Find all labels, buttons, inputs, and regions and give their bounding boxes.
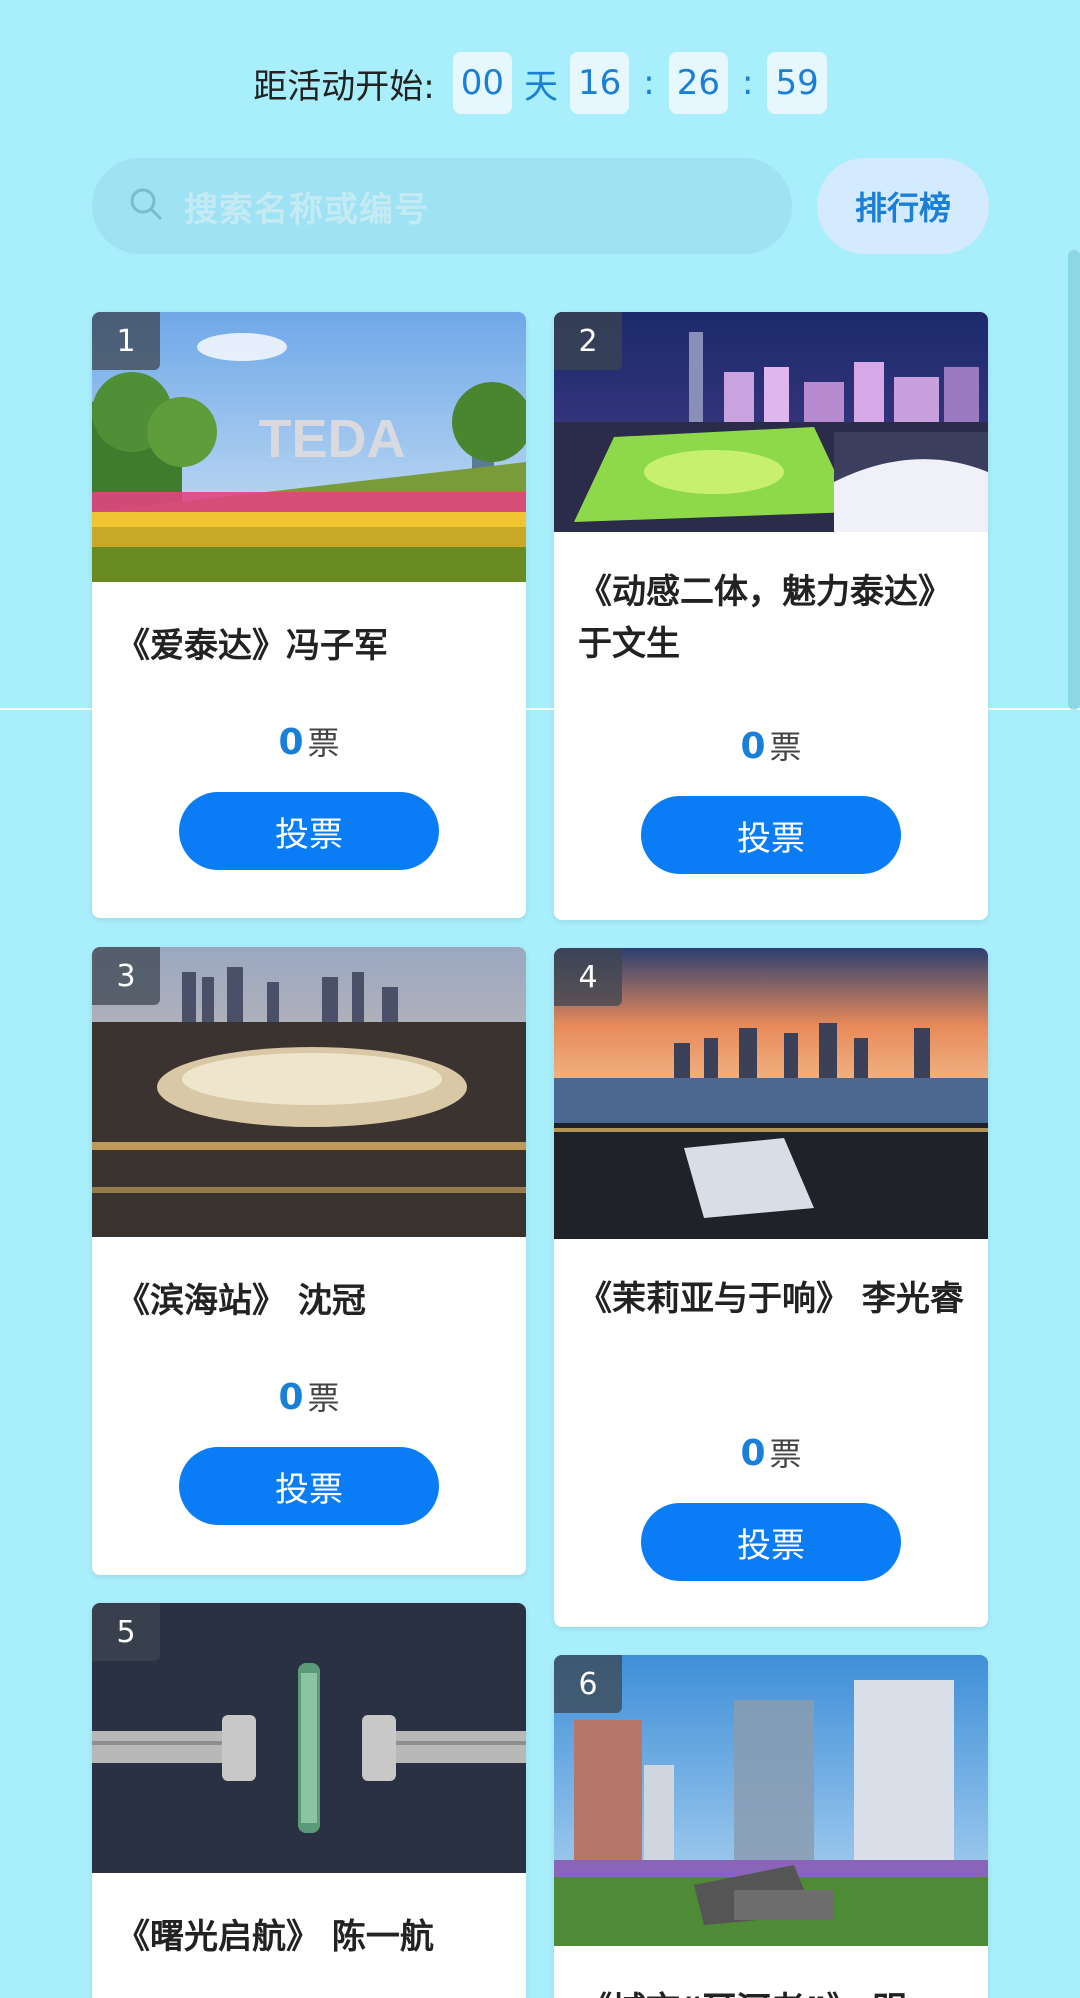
search-input[interactable]: 搜索名称或编号: [92, 158, 792, 254]
entry-number: 5: [92, 1603, 160, 1661]
entry-image[interactable]: 2: [554, 312, 988, 532]
vote-unit: 票: [307, 724, 340, 762]
leaderboard-button[interactable]: 排行榜: [817, 158, 989, 254]
countdown: 距活动开始: 00 天 16 : 26 : 59: [0, 52, 1080, 114]
entry-image[interactable]: 3: [92, 947, 526, 1237]
vote-button[interactable]: 投票: [179, 1447, 439, 1525]
vote-button[interactable]: 投票: [641, 796, 901, 874]
entry-title: 《曙光启航》 陈一航: [116, 1917, 434, 1957]
entry-card: 2 《动感二体，魅力泰达》 于文生 0票 投票: [554, 312, 988, 920]
voting-page: 距活动开始: 00 天 16 : 26 : 59 搜索名称或编号 排行榜 TED…: [0, 0, 1080, 1998]
vote-count-number: 0: [278, 722, 304, 763]
vote-count: 0票: [92, 1373, 526, 1419]
entry-card: 5 《曙光启航》 陈一航: [92, 1603, 526, 1998]
entry-card: 4 《茉莉亚与于响》 李光睿 0票 投票: [554, 948, 988, 1627]
vote-count-number: 0: [740, 726, 766, 767]
entry-number: 2: [554, 312, 622, 370]
entry-card: 6 《城市“耳河老”》 明: [554, 1655, 988, 1998]
vote-count-number: 0: [740, 1433, 766, 1474]
entry-card: TEDA 1 《爱泰达》冯子军 0票 投票: [92, 312, 526, 918]
countdown-colon: :: [742, 63, 754, 103]
entry-card: 3 《滨海站》 沈冠 0票 投票: [92, 947, 526, 1575]
entry-number: 1: [92, 312, 160, 370]
entry-image[interactable]: TEDA 1: [92, 312, 526, 582]
countdown-label: 距活动开始:: [253, 66, 435, 107]
vote-unit: 票: [307, 1379, 340, 1417]
vote-button[interactable]: 投票: [179, 792, 439, 870]
countdown-colon: :: [643, 63, 655, 103]
entry-title: 《茉莉亚与于响》 李光睿: [578, 1279, 964, 1319]
entry-number: 3: [92, 947, 160, 1005]
countdown-seconds: 59: [767, 52, 827, 114]
countdown-day-unit: 天: [524, 66, 558, 107]
entry-image[interactable]: 6: [554, 1655, 988, 1946]
entry-number: 4: [554, 948, 622, 1006]
entry-title: 《城市“耳河老”》 明: [554, 1946, 988, 1998]
vote-count-number: 0: [278, 1377, 304, 1418]
scrollbar[interactable]: [1068, 250, 1080, 710]
entry-title: 《滨海站》 沈冠: [116, 1281, 366, 1321]
vote-unit: 票: [769, 1435, 802, 1473]
entry-title: 《动感二体，魅力泰达》 于文生: [578, 572, 952, 664]
countdown-days: 00: [452, 52, 512, 114]
entry-title: 《爱泰达》冯子军: [116, 626, 388, 666]
search-icon: [128, 186, 164, 226]
entry-image[interactable]: 4: [554, 948, 988, 1239]
vote-count: 0票: [554, 1429, 988, 1475]
vote-count: 0票: [92, 718, 526, 764]
vote-button[interactable]: 投票: [641, 1503, 901, 1581]
entry-image[interactable]: 5: [92, 1603, 526, 1873]
vote-unit: 票: [769, 728, 802, 766]
countdown-hours: 16: [570, 52, 630, 114]
entry-number: 6: [554, 1655, 622, 1713]
vote-count: 0票: [554, 722, 988, 768]
search-placeholder: 搜索名称或编号: [184, 189, 429, 230]
svg-text:TEDA: TEDA: [259, 409, 406, 469]
countdown-minutes: 26: [668, 52, 728, 114]
